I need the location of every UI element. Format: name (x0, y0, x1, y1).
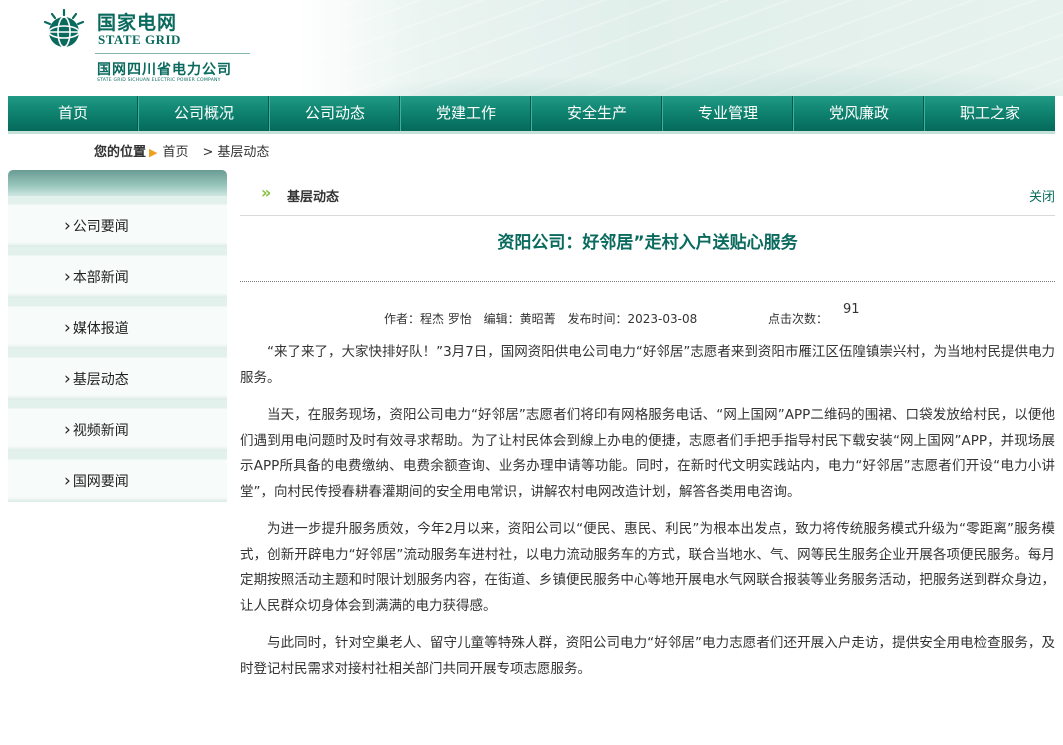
logo-english-name: STATE GRID (98, 32, 181, 47)
breadcrumb-arrow-icon: ▶ (149, 146, 158, 159)
article-paragraph: 与此同时，针对空巢老人、留守儿童等特殊人群，资阳公司电力“好邻居”电力志愿者们还… (240, 635, 1055, 677)
sidebar: 公司要闻 本部新闻 媒体报道 基层动态 视频新闻 国网要闻 (8, 170, 227, 745)
breadcrumb-separator-icon: > (202, 145, 214, 160)
site-header: 国家电网 STATE GRID 国网四川省电力公司 STATE GRID SIC… (0, 0, 1063, 96)
sidebar-header (8, 170, 227, 196)
logo-subsidiary-name: 国网四川省电力公司 (97, 62, 232, 78)
sidebar-item-label[interactable]: 媒体报道 (64, 318, 129, 338)
state-grid-logo-icon (43, 8, 85, 48)
section-title: 基层动态 (287, 190, 340, 205)
nav-item-management[interactable]: 专业管理 (663, 96, 794, 131)
section-bar: » 基层动态 关闭 (240, 172, 1055, 216)
main-content: » 基层动态 关闭 资阳公司：好邻居”走村入户送贴心服务 作者：程杰 罗怡 编辑… (240, 172, 1055, 745)
sidebar-item-label[interactable]: 公司要闻 (64, 216, 129, 236)
click-count-value: 91 (843, 302, 860, 317)
sidebar-item-label[interactable]: 本部新闻 (64, 267, 129, 287)
double-chevron-icon: » (261, 183, 271, 202)
article-date: 发布时间：2023-03-08 (567, 312, 698, 326)
sidebar-item-hq-news[interactable]: 本部新闻 (8, 247, 227, 298)
nav-item-company-news[interactable]: 公司动态 (270, 96, 401, 131)
article-meta: 作者：程杰 罗怡 编辑：黄昭菁 发布时间：2023-03-08 (384, 310, 705, 327)
main-nav: 首页 公司概况 公司动态 党建工作 安全生产 专业管理 党风廉政 职工之家 (8, 96, 1055, 134)
article-title: 资阳公司：好邻居”走村入户送贴心服务 (497, 233, 798, 253)
breadcrumb-label: 您的位置 (94, 145, 147, 160)
title-divider (240, 281, 1055, 282)
sidebar-item-company-news[interactable]: 公司要闻 (8, 196, 227, 247)
sidebar-item-label[interactable]: 视频新闻 (64, 420, 129, 440)
breadcrumb-home-link[interactable]: 首页 (162, 145, 188, 160)
article-paragraph: “来了来了，大家快排好队！”3月7日，国网资阳供电公司电力“好邻居”志愿者来到资… (240, 344, 1055, 386)
nav-item-home[interactable]: 首页 (8, 96, 139, 131)
article-paragraph: 当天，在服务现场，资阳公司电力“好邻居”志愿者们将印有网格服务电话、“网上国网”… (240, 407, 1055, 500)
close-link[interactable]: 关闭 (1029, 186, 1055, 205)
nav-item-integrity[interactable]: 党风廉政 (794, 96, 925, 131)
sidebar-item-sgcc-news[interactable]: 国网要闻 (8, 451, 227, 502)
nav-item-company-overview[interactable]: 公司概况 (139, 96, 270, 131)
click-count-label: 点击次数： (768, 312, 829, 326)
breadcrumb: 您的位置 ▶ 首页 > 基层动态 (94, 141, 269, 160)
breadcrumb-current-link[interactable]: 基层动态 (217, 145, 269, 160)
nav-item-safety[interactable]: 安全生产 (532, 96, 663, 131)
logo-subsidiary-english: STATE GRID SICHUAN ELECTRIC POWER COMPAN… (97, 78, 221, 83)
article-author: 作者：程杰 罗怡 (384, 312, 472, 326)
logo-chinese-name: 国家电网 (97, 12, 178, 34)
sidebar-item-label[interactable]: 国网要闻 (64, 471, 129, 491)
article-body: “来了来了，大家快排好队！”3月7日，国网资阳供电公司电力“好邻居”志愿者来到资… (240, 340, 1055, 694)
nav-item-party-building[interactable]: 党建工作 (401, 96, 532, 131)
sidebar-item-label[interactable]: 基层动态 (64, 369, 129, 389)
header-decoration (303, 0, 1063, 96)
sidebar-item-grassroots[interactable]: 基层动态 (8, 349, 227, 400)
sidebar-item-media-reports[interactable]: 媒体报道 (8, 298, 227, 349)
sidebar-item-video-news[interactable]: 视频新闻 (8, 400, 227, 451)
logo-divider (95, 53, 250, 54)
article-paragraph: 为进一步提升服务质效，今年2月以来，资阳公司以“便民、惠民、利民”为根本出发点，… (240, 521, 1055, 614)
article-editor: 编辑：黄昭菁 (483, 312, 556, 326)
nav-item-staff-home[interactable]: 职工之家 (925, 96, 1055, 131)
